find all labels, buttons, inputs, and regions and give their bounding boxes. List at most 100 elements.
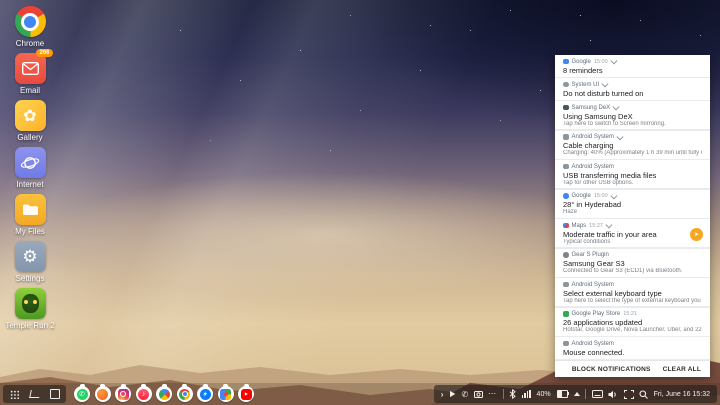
whatsapp-notification-icon[interactable]: ✆ [461, 390, 468, 399]
keyboard-icon[interactable] [592, 390, 603, 398]
battery-icon [556, 390, 568, 398]
notification-card-play-store[interactable]: Google Play Store 15:21 26 applications … [555, 308, 710, 336]
desktop-icon-my-files[interactable]: My Files [7, 194, 53, 240]
notification-app-name: Maps [572, 223, 587, 229]
taskbar-app-apple-music[interactable]: ♪ [136, 386, 152, 402]
notification-card-dnd[interactable]: System UI Do not disturb turned on [555, 78, 710, 100]
block-notifications-button[interactable]: BLOCK NOTIFICATIONS [572, 366, 651, 373]
notification-title: Using Samsung DeX [563, 112, 702, 121]
notification-card-dex[interactable]: Samsung DeX Using Samsung DeX Tap here t… [555, 101, 710, 129]
desktop-icon-label: Settings [16, 274, 45, 283]
notification-app-name: Samsung DeX [572, 105, 611, 111]
notification-title: Do not disturb turned on [563, 89, 702, 98]
taskbar-app-messenger[interactable] [197, 386, 213, 402]
gallery-icon: ✿ [15, 100, 46, 131]
temple-run-2-icon [15, 288, 46, 319]
taskbar-app-jiosaavn[interactable] [95, 386, 111, 402]
desktop-icon-internet[interactable]: Internet [7, 147, 53, 193]
notification-panel: Google 15:00 8 reminders System UI Do no… [555, 55, 710, 377]
taskbar-app-google-maps[interactable] [218, 386, 234, 402]
apps-grid-icon [10, 390, 19, 399]
android-system-icon [563, 282, 569, 288]
notification-title: Mouse connected. [563, 348, 702, 357]
notification-subtitle: Hotstar, Google Drive, Nova Launcher, Ub… [563, 327, 702, 334]
tray-divider [503, 389, 504, 399]
maps-icon [563, 223, 569, 229]
notification-card-weather[interactable]: Google 15:00 28° in Hyderabad Haze [555, 190, 710, 218]
notification-title: Cable charging [563, 141, 702, 150]
signal-strength-icon[interactable] [522, 390, 531, 398]
clear-all-button[interactable]: CLEAR ALL [663, 366, 701, 373]
desktop-square-icon [50, 389, 60, 399]
notification-card-reminders[interactable]: Google 15:00 8 reminders [555, 55, 710, 77]
android-system-icon [563, 164, 569, 170]
notification-app-name: Android System [572, 282, 614, 288]
notification-title: USB transferring media files [563, 171, 702, 180]
desktop-icon-label: Gallery [17, 133, 42, 142]
chevron-down-icon[interactable] [602, 81, 608, 87]
chevron-down-icon[interactable] [606, 222, 612, 228]
notification-subtitle: Connected to Gear S3 (ECD1) via Bluetoot… [563, 268, 702, 275]
volume-icon[interactable] [608, 390, 618, 399]
camera-notification-icon[interactable] [474, 390, 483, 398]
notification-app-name: Android System [572, 164, 614, 170]
traffic-navigation-icon[interactable]: ➤ [690, 228, 703, 241]
notification-card-traffic[interactable]: Maps 15:27 Moderate traffic in your area… [555, 219, 710, 247]
desktop-icon-temple-run-2[interactable]: Temple Run 2 [7, 288, 53, 334]
notification-card-charging[interactable]: Android System Cable charging Charging: … [555, 131, 710, 159]
notification-subtitle: Tap here to select the type of external … [563, 298, 702, 305]
google-weather-icon [563, 193, 569, 199]
chevron-down-icon[interactable] [610, 58, 616, 64]
chevron-down-icon[interactable] [617, 133, 623, 139]
notification-title: Moderate traffic in your area [563, 230, 702, 239]
notification-card-usb[interactable]: Android System USB transferring media fi… [555, 160, 710, 188]
taskbar-pinned-apps: ✆ ♪ [74, 386, 254, 402]
email-badge: 266 [36, 49, 52, 57]
notification-app-name: Android System [572, 134, 614, 140]
desktop-icon-label: Chrome [16, 39, 44, 48]
caret-up-icon[interactable] [574, 392, 580, 396]
taskbar-app-youtube[interactable] [238, 386, 254, 402]
taskbar-app-google-photos[interactable] [156, 386, 172, 402]
notification-card-gear[interactable]: Gear S Plugin Samsung Gear S3 Connected … [555, 249, 710, 277]
notification-title: Samsung Gear S3 [563, 259, 702, 268]
notification-subtitle: Haze [563, 209, 702, 216]
desktop-icon-gallery[interactable]: ✿ Gallery [7, 100, 53, 146]
taskbar-system-buttons [3, 385, 66, 403]
gear-s-plugin-icon [563, 252, 569, 258]
whatsapp-icon: ✆ [77, 389, 88, 400]
email-icon: 266 [15, 53, 46, 84]
more-notifications-icon[interactable]: ⋯ [488, 391, 497, 397]
android-system-icon [563, 341, 569, 347]
notification-time: 15:21 [623, 311, 637, 317]
taskbar-app-whatsapp[interactable]: ✆ [74, 386, 90, 402]
battery-percent: 40% [537, 391, 551, 398]
desktop-button[interactable] [49, 389, 60, 400]
google-icon [563, 59, 569, 65]
youtube-icon [241, 389, 252, 400]
apps-grid-button[interactable] [9, 389, 20, 400]
notification-title: Select external keyboard type [563, 289, 702, 298]
play-store-notification-icon[interactable] [449, 391, 456, 398]
chevron-down-icon[interactable] [610, 192, 616, 198]
desktop-icon-chrome[interactable]: Chrome [7, 6, 53, 52]
jiosaavn-icon [97, 389, 108, 400]
desktop-icon-email[interactable]: 266 Email [7, 53, 53, 99]
desktop-icon-label: Internet [16, 180, 43, 189]
messenger-icon [200, 389, 211, 400]
clock-date[interactable]: Fri, June 16 15:32 [654, 391, 710, 398]
desktop-icon-settings[interactable]: ⚙ Settings [7, 241, 53, 287]
taskbar-app-instagram[interactable] [115, 386, 131, 402]
search-icon[interactable] [639, 390, 648, 399]
recents-button[interactable] [29, 389, 40, 400]
tray-expand-chevron-icon[interactable]: › [441, 390, 444, 399]
notification-card-keyboard[interactable]: Android System Select external keyboard … [555, 278, 710, 306]
screen-capture-icon[interactable] [624, 390, 634, 399]
notification-app-name: Android System [572, 341, 614, 347]
taskbar-app-chrome[interactable] [177, 386, 193, 402]
notification-time: 15:00 [594, 193, 608, 199]
desktop-icon-list: Chrome 266 Email ✿ Gallery Internet My F… [7, 6, 53, 335]
bluetooth-icon[interactable] [509, 389, 516, 399]
notification-card-mouse[interactable]: Android System Mouse connected. [555, 337, 710, 359]
chevron-down-icon[interactable] [613, 104, 619, 110]
